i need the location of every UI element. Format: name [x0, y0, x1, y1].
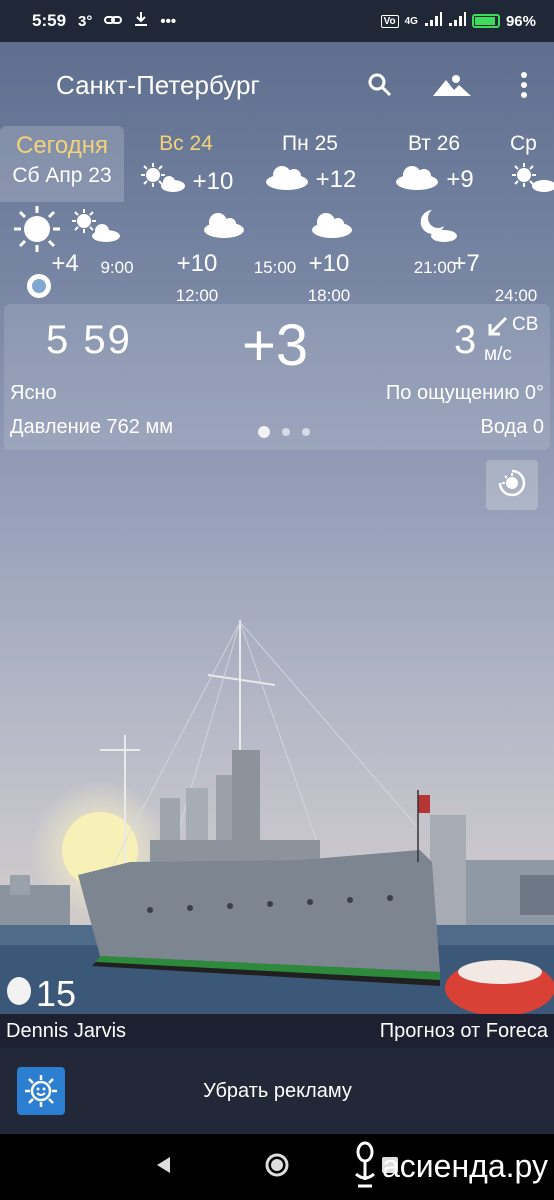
- app-logo-icon: [17, 1067, 65, 1115]
- current-weather-card[interactable]: 5 59 +3 3 СВ м/с Ясно По ощущению 0° Дав…: [4, 304, 550, 450]
- sun-details-button[interactable]: [486, 460, 538, 510]
- moon-cloud-icon: [418, 208, 458, 249]
- day-name: Вт 26: [407, 132, 461, 155]
- likes-count: 15: [36, 972, 77, 1014]
- back-icon[interactable]: [154, 1155, 174, 1180]
- day-name: Вс 24: [159, 132, 213, 155]
- page-dot: [302, 428, 310, 436]
- temperature-notification-icon: 3°: [78, 12, 93, 30]
- hour-now: +4: [40, 250, 90, 278]
- hour-time: 18:00: [307, 286, 351, 305]
- feels-like-text: По ощущению 0°: [385, 382, 544, 404]
- sun-cloud-icon: [510, 162, 554, 201]
- day-mon-25[interactable]: Пн 25 +12: [248, 126, 372, 202]
- day-temp: +12: [315, 165, 357, 193]
- sun-cloud-icon: [139, 162, 187, 201]
- condition-text: Ясно: [10, 382, 57, 404]
- day-today[interactable]: Сегодня Сб Апр 23: [0, 126, 124, 202]
- day-date: Сб Апр 23: [12, 164, 112, 187]
- hour-24: +7 24:00: [452, 250, 544, 306]
- wind-direction-arrow-icon: [486, 316, 508, 343]
- network-type: 4G: [404, 15, 418, 27]
- hour-12: +10 12:00: [170, 250, 224, 306]
- background-photo: [0, 620, 554, 1016]
- hour-temp: +10: [308, 250, 350, 277]
- water-temp-text: Вода 0: [480, 416, 545, 438]
- cloud-icon: [202, 210, 246, 243]
- city-title[interactable]: Санкт-Петербург: [56, 70, 260, 101]
- day-name: Ср: [510, 132, 537, 155]
- watermark-logo-icon: [355, 1141, 375, 1188]
- page-indicator[interactable]: [258, 426, 310, 438]
- signal-icon: [424, 11, 442, 31]
- day-sun-24[interactable]: Вс 24 +10: [124, 126, 248, 202]
- hour-temp: +7: [452, 250, 480, 277]
- hour-time: 24:00: [494, 286, 538, 305]
- hour-time: 15:00: [253, 258, 297, 277]
- page-dot: [282, 428, 290, 436]
- forecast-provider[interactable]: Прогноз от Foreca: [380, 1020, 548, 1043]
- cloud-icon: [394, 162, 440, 197]
- page-dot-active: [258, 426, 270, 438]
- hour-18: +10 18:00: [302, 250, 356, 306]
- remove-ads-button[interactable]: Убрать рекламу: [65, 1080, 490, 1103]
- watermark-text: асиенда.ру: [382, 1147, 548, 1184]
- egg-icon: [6, 972, 32, 1015]
- hour-time: 9:00: [100, 258, 134, 277]
- wind-speed: 3: [454, 318, 477, 362]
- day-name: Сегодня: [16, 132, 108, 159]
- download-icon: [134, 11, 148, 31]
- wind-unit: м/с: [484, 344, 512, 365]
- current-temp: +3: [242, 313, 309, 378]
- now-marker: [27, 274, 51, 298]
- day-temp: +9: [446, 165, 474, 193]
- photo-credits-bar: Dennis Jarvis Прогноз от Foreca: [0, 1014, 554, 1048]
- day-temp: +10: [192, 167, 234, 195]
- hour-temp: +10: [176, 250, 218, 277]
- signal-icon-2: [448, 11, 466, 31]
- hour-15: 15:00: [248, 250, 302, 278]
- search-icon[interactable]: [350, 55, 410, 115]
- hourly-forecast-row: +4 9:00 +10 12:00 15:00 +10 18:00 21:00 …: [0, 202, 554, 305]
- more-vertical-icon[interactable]: [494, 55, 554, 115]
- day-name: Пн 25: [282, 132, 338, 155]
- hour-9: 9:00: [92, 250, 142, 278]
- battery-percent: 96%: [505, 12, 536, 30]
- battery-icon: [471, 14, 500, 28]
- day-wed[interactable]: Ср: [496, 126, 554, 202]
- app-bar: Санкт-Петербург: [0, 42, 554, 128]
- volte-icon: Vo: [380, 14, 399, 28]
- current-clock: 5 59: [46, 318, 132, 362]
- wind-direction: СВ: [512, 314, 539, 335]
- watermark: асиенда.ру: [350, 1140, 548, 1192]
- sunrise-icon: [497, 468, 527, 503]
- hour-time: 12:00: [175, 286, 219, 305]
- cloud-icon: [264, 162, 310, 197]
- day-tue-26[interactable]: Вт 26 +9: [372, 126, 496, 202]
- home-icon[interactable]: [264, 1152, 290, 1183]
- more-notifications-icon: •••: [160, 12, 177, 30]
- link-icon: [104, 13, 123, 30]
- hour-temp: +4: [51, 250, 79, 277]
- cloud-icon: [310, 210, 354, 243]
- remove-ads-bar[interactable]: Убрать рекламу: [0, 1048, 554, 1134]
- status-time: 5:59: [32, 11, 67, 30]
- status-bar: 5:59 3° ••• Vo 4G 96%: [0, 0, 554, 42]
- landscape-icon[interactable]: [410, 55, 494, 115]
- daily-forecast-row: Сегодня Сб Апр 23 Вс 24 +10 Пн 25 +12 Вт…: [0, 126, 554, 202]
- photo-author[interactable]: Dennis Jarvis: [6, 1020, 126, 1043]
- sun-cloud-icon: [70, 208, 122, 249]
- pressure-text: Давление 762 мм: [10, 416, 173, 438]
- photo-likes[interactable]: 15: [6, 972, 76, 1015]
